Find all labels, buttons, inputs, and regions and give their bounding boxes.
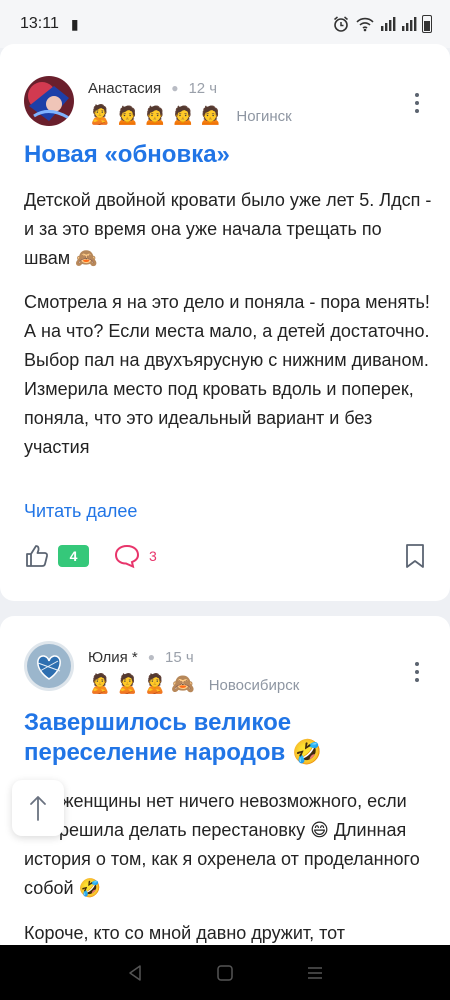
signal-icon <box>402 17 417 31</box>
separator-dot: ● <box>171 81 179 95</box>
back-icon[interactable] <box>126 964 144 982</box>
avatar[interactable] <box>24 641 74 691</box>
post-card[interactable]: Юлия * ● 15 ч 🙎 🙎 🙎 🙈 Новосибирск Заверш… <box>0 616 450 956</box>
alarm-icon <box>334 16 348 32</box>
comment-icon[interactable] <box>113 543 141 569</box>
author-city: Ногинск <box>236 107 292 125</box>
badge-icon: 🙎 <box>143 674 168 695</box>
status-icons <box>332 15 432 33</box>
avatar[interactable] <box>24 76 74 126</box>
more-options-icon[interactable] <box>414 662 420 682</box>
status-time: 13:11 <box>20 15 59 32</box>
signal-icon <box>381 17 396 31</box>
menu-icon[interactable] <box>306 964 324 982</box>
bookmark-icon[interactable] <box>404 543 426 569</box>
post-time: 12 ч <box>188 79 218 97</box>
post-card[interactable]: Анастасия ● 12 ч 🙎 🙍 🙍 🙍 🙍 Ногинск Новая… <box>0 44 450 601</box>
more-options-icon[interactable] <box>414 93 420 113</box>
post-title[interactable]: Завершилось великое переселение народов … <box>24 708 430 768</box>
post-header: Анастасия ● 12 ч 🙎 🙍 🙍 🙍 🙍 Ногинск <box>24 76 292 128</box>
arrow-up-icon <box>30 796 46 821</box>
author-name[interactable]: Анастасия <box>88 80 161 97</box>
read-more-link[interactable]: Читать далее <box>24 501 137 522</box>
author-name[interactable]: Юлия * <box>88 649 138 666</box>
like-icon[interactable] <box>24 543 50 569</box>
badge-icon: 🙎 <box>115 674 140 695</box>
post-header: Юлия * ● 15 ч 🙎 🙎 🙎 🙈 Новосибирск <box>24 641 299 697</box>
home-icon[interactable] <box>216 964 234 982</box>
sim-icon: ▮ <box>70 15 79 32</box>
post-meta: Юлия * ● 15 ч 🙎 🙎 🙎 🙈 Новосибирск <box>88 641 299 697</box>
badge-icon: 🙍 <box>143 105 168 126</box>
system-nav-bar <box>0 945 450 1000</box>
battery-icon <box>422 15 432 33</box>
badge-icon: 🙍 <box>115 105 140 126</box>
post-time: 15 ч <box>165 648 194 666</box>
badge-icon: 🙍 <box>171 105 195 126</box>
comment-count: 3 <box>149 548 157 564</box>
post-title[interactable]: Новая «обновка» <box>24 140 430 170</box>
separator-dot: ● <box>147 650 155 664</box>
status-bar: 13:11 ▮ <box>0 0 450 48</box>
author-city: Новосибирск <box>208 676 300 694</box>
like-count: 4 <box>58 545 89 567</box>
post-paragraph: Смотрела я на это дело и поняла - пора м… <box>24 292 430 457</box>
scroll-to-top-button[interactable] <box>12 780 64 836</box>
post-meta: Анастасия ● 12 ч 🙎 🙍 🙍 🙍 🙍 Ногинск <box>88 76 292 128</box>
wifi-icon <box>356 17 374 32</box>
post-paragraph: Детской двойной кровати было уже лет 5. … <box>24 190 432 268</box>
badges-row: 🙎 🙎 🙎 🙈 Новосибирск <box>88 673 299 697</box>
post-actions: 4 3 <box>24 541 426 571</box>
badge-icon: 🙈 <box>171 674 195 695</box>
badges-row: 🙎 🙍 🙍 🙍 🙍 Ногинск <box>88 104 292 128</box>
post-paragraph: Короче, кто со мной давно дружит, тот <box>24 923 346 943</box>
badge-icon: 🙎 <box>88 105 112 126</box>
badge-icon: 🙎 <box>88 674 112 695</box>
post-paragraph: Для женщины нет ничего невозможного, есл… <box>24 791 420 898</box>
badge-icon: 🙍 <box>198 105 223 126</box>
